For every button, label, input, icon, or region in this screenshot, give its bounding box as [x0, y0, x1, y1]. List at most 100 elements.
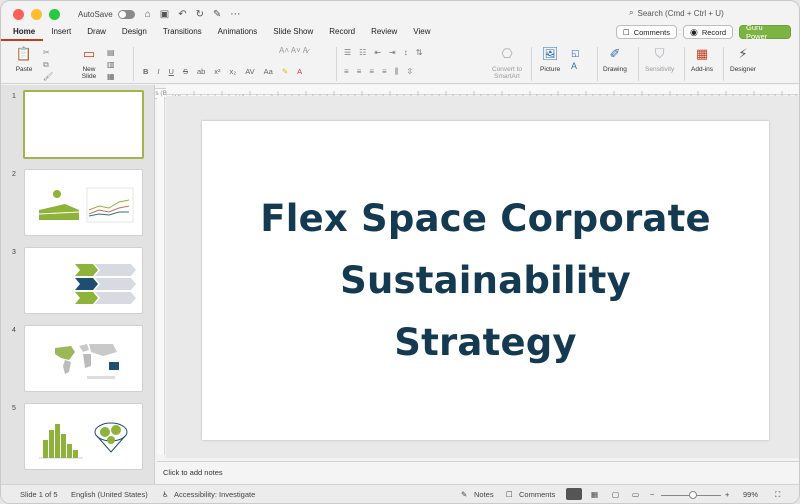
slide-thumbnail-1[interactable] — [23, 90, 144, 159]
zoom-in-icon[interactable]: + — [725, 490, 729, 499]
convert-smartart-button[interactable]: ⎔ Convert to SmartArt — [492, 45, 522, 81]
decrease-indent-icon[interactable]: ⇤ — [374, 48, 381, 57]
slide-3-preview — [75, 264, 136, 304]
normal-view-button[interactable] — [566, 488, 582, 500]
copy-icon[interactable]: ⧉ — [43, 59, 53, 71]
cut-icon[interactable]: ✂ — [43, 47, 53, 59]
autosave-toggle[interactable] — [117, 9, 135, 19]
spacing-button[interactable]: AV — [245, 67, 254, 76]
comments-button[interactable]: ☐ Comments — [615, 25, 677, 39]
notes-icon: ✎ — [461, 490, 468, 499]
textbox-icon[interactable]: A — [571, 60, 580, 73]
designer-button[interactable]: ⚡ Designer — [730, 45, 756, 74]
columns-icon[interactable]: ⫼ — [395, 67, 399, 77]
drawing-button[interactable]: ✐ Drawing — [603, 45, 627, 74]
tab-view[interactable]: View — [405, 25, 438, 41]
line-spacing-icon[interactable]: ↕ — [404, 48, 408, 57]
record-button[interactable]: ◉ Record — [682, 25, 733, 39]
tab-animations[interactable]: Animations — [210, 25, 266, 41]
superscript-button[interactable]: x² — [214, 67, 220, 76]
layout-icon[interactable]: ▤ — [107, 47, 115, 59]
subscript-button[interactable]: x₂ — [230, 67, 237, 76]
format-brush-icon[interactable]: 🖌 — [43, 71, 53, 83]
align-text-icon[interactable]: ⇳ — [406, 67, 413, 77]
clipboard-tools: ✂ ⧉ 🖌 — [43, 47, 53, 83]
vertical-ruler[interactable] — [157, 97, 165, 455]
highlight-icon[interactable]: ✎ — [282, 67, 288, 76]
align-right-icon[interactable]: ≡ — [369, 67, 374, 77]
status-bar: Slide 1 of 5 English (United States) ♿ A… — [1, 484, 799, 503]
slide-thumbnail-pane[interactable]: 1 2 3 4 5 — [1, 85, 155, 485]
section-icon[interactable]: ▦ — [107, 71, 115, 83]
zoom-out-icon[interactable]: − — [650, 490, 654, 499]
slide-thumbnail-3[interactable] — [24, 247, 143, 314]
tab-design[interactable]: Design — [114, 25, 155, 41]
slide-thumbnail-5[interactable] — [24, 403, 143, 470]
tab-insert[interactable]: Insert — [43, 25, 79, 41]
slide-thumbnail-2[interactable] — [24, 169, 143, 236]
bold-button[interactable]: B — [143, 67, 148, 76]
notes-pane[interactable]: Click to add notes — [157, 461, 799, 483]
horizontal-ruler[interactable] — [165, 85, 799, 98]
current-slide[interactable]: Flex Space Corporate Sustainability Stra… — [202, 121, 769, 440]
comments-toggle[interactable]: Comments — [519, 490, 555, 499]
thumbnail-number: 1 — [12, 93, 16, 100]
slide-title[interactable]: Flex Space Corporate Sustainability Stra… — [216, 188, 756, 374]
paste-button[interactable]: 📋 Paste — [15, 45, 33, 74]
fit-to-window-icon[interactable]: ⛶ — [775, 490, 780, 500]
tab-review[interactable]: Review — [363, 25, 405, 41]
language-indicator[interactable]: English (United States) — [71, 490, 148, 499]
accessibility-status[interactable]: Accessibility: Investigate — [174, 490, 255, 499]
search-box[interactable]: ⌕ Search (Cmd + Ctrl + U) — [629, 8, 724, 18]
more-icon[interactable]: ⋯ — [230, 9, 240, 20]
tab-home[interactable]: Home — [1, 25, 44, 41]
home-icon[interactable]: ⌂ — [145, 9, 151, 20]
underline-button[interactable]: U — [169, 67, 174, 76]
list-tools: ☰ ☷ ⇤ ⇥ ↕ ⇅ — [344, 48, 422, 57]
reading-view-icon[interactable]: ▢ — [612, 490, 619, 499]
zoom-window-button[interactable] — [49, 8, 60, 20]
slide-thumbnail-4[interactable] — [24, 325, 143, 392]
font-color-icon[interactable]: A — [297, 67, 302, 76]
zoom-slider-thumb[interactable] — [689, 491, 697, 499]
tab-record[interactable]: Record — [321, 25, 363, 41]
italic-button[interactable]: I — [157, 67, 159, 76]
title-bar: AutoSave ⌂ ▣ ↶ ↻ ✎ ⋯ ⌕ Search (Cmd + Ctr… — [1, 1, 799, 27]
tab-draw[interactable]: Draw — [79, 25, 114, 41]
ribbon-home: 📋 Paste ✂ ⧉ 🖌 ▭ New Slide ▤ ▥ ▦ Aptos (Bo… — [1, 42, 799, 99]
numbering-icon[interactable]: ☷ — [359, 48, 366, 57]
tab-transitions[interactable]: Transitions — [155, 25, 210, 41]
addins-icon: ▦ — [695, 45, 709, 61]
close-window-button[interactable] — [13, 8, 24, 20]
redo-icon[interactable]: ↻ — [196, 9, 204, 20]
slide-sorter-icon[interactable]: ▦ — [591, 490, 598, 499]
tab-slide-show[interactable]: Slide Show — [265, 25, 321, 41]
increase-indent-icon[interactable]: ⇥ — [389, 48, 396, 57]
slideshow-icon[interactable]: ▭ — [632, 490, 639, 499]
picture-button[interactable]: 🖼 Picture — [540, 45, 560, 74]
align-center-icon[interactable]: ≡ — [357, 67, 362, 77]
comments-label: Comments — [633, 27, 670, 37]
new-slide-button[interactable]: ▭ New Slide — [80, 45, 98, 81]
addins-button[interactable]: ▦ Add-ins — [691, 45, 713, 74]
justify-icon[interactable]: ≡ — [382, 67, 387, 77]
notes-toggle[interactable]: Notes — [474, 490, 494, 499]
format-painter-icon[interactable]: ✎ — [213, 9, 221, 20]
window-controls — [13, 8, 60, 20]
font-size-tools[interactable]: A˄ A˅ A̷ — [279, 46, 308, 55]
strikethrough-button[interactable]: S — [183, 67, 188, 76]
align-left-icon[interactable]: ≡ — [344, 67, 349, 77]
text-direction-icon[interactable]: ⇅ — [416, 48, 423, 57]
shapes-icon[interactable]: ◱ — [571, 47, 580, 60]
zoom-level[interactable]: 99% — [743, 490, 758, 499]
undo-icon[interactable]: ↶ — [178, 9, 186, 20]
powerpoint-window: AutoSave ⌂ ▣ ↶ ↻ ✎ ⋯ ⌕ Search (Cmd + Ctr… — [0, 0, 800, 504]
minimize-window-button[interactable] — [31, 8, 42, 20]
change-case-button[interactable]: Aa — [264, 67, 273, 76]
guru-power-button[interactable]: Guru Power — [739, 23, 791, 41]
save-icon[interactable]: ▣ — [160, 9, 169, 20]
sensitivity-button[interactable]: ⛉ Sensitivity — [645, 45, 674, 74]
bullets-icon[interactable]: ☰ — [344, 48, 351, 57]
shadow-button[interactable]: ab — [197, 67, 205, 76]
reset-icon[interactable]: ▥ — [107, 59, 115, 71]
